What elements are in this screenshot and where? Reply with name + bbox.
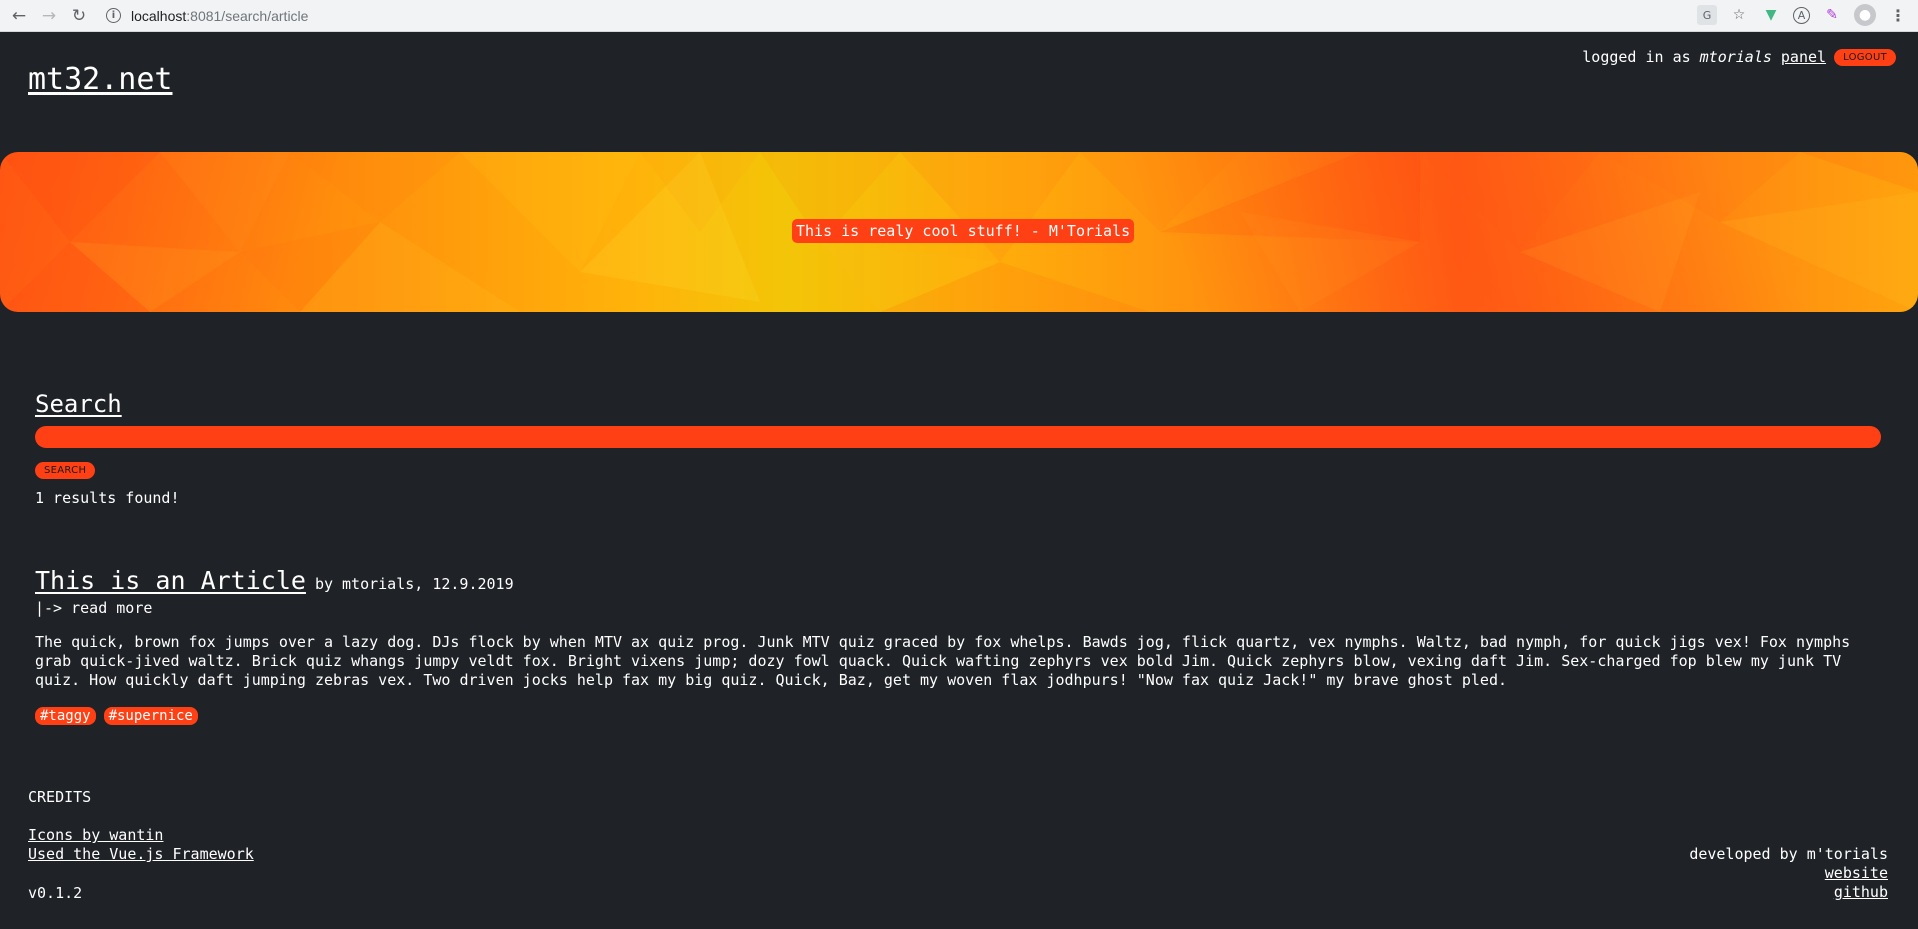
logout-button[interactable]: LOGOUT xyxy=(1834,48,1896,66)
banner-quote: This is realy cool stuff! - M'Torials xyxy=(792,219,1135,243)
search-heading: Search xyxy=(35,390,122,418)
search-input[interactable] xyxy=(35,426,1881,448)
icons-credit-link[interactable]: Icons by wantin xyxy=(28,826,254,845)
article-header: This is an Article by mtorials, 12.9.201… xyxy=(35,566,1885,595)
back-icon[interactable]: ← xyxy=(8,5,30,27)
address-bar[interactable]: i localhost:8081/search/article xyxy=(106,3,1706,28)
article-title-link[interactable]: This is an Article xyxy=(35,566,306,595)
credits-heading: CREDITS xyxy=(28,788,92,806)
hero-banner: This is realy cool stuff! - M'Torials xyxy=(0,152,1918,312)
read-more-link[interactable]: |-> read more xyxy=(35,599,1885,617)
article-meta: by mtorials, 12.9.2019 xyxy=(314,575,514,593)
logged-in-label: logged in as xyxy=(1582,48,1691,66)
tag-supernice[interactable]: #supernice xyxy=(103,707,198,725)
github-link[interactable]: github xyxy=(1689,883,1888,902)
version-label: v0.1.2 xyxy=(28,884,83,902)
url-path: :8081/search/article xyxy=(186,7,309,24)
extensions-area: G ☆ ▼ A ✎ ● ⋮ xyxy=(1697,4,1908,26)
profile-icon[interactable]: ● xyxy=(1854,4,1876,26)
extension-a-icon[interactable]: A xyxy=(1793,6,1810,24)
developed-by-label: developed by m'torials xyxy=(1689,845,1888,863)
info-icon[interactable]: i xyxy=(106,8,121,23)
article-body: The quick, brown fox jumps over a lazy d… xyxy=(35,633,1851,689)
browser-toolbar: ← → ↻ i localhost:8081/search/article G … xyxy=(0,0,1918,32)
forward-icon[interactable]: → xyxy=(38,5,60,27)
reload-icon[interactable]: ↻ xyxy=(68,5,90,27)
tag-list: #taggy #supernice xyxy=(35,707,1885,725)
menu-icon[interactable]: ⋮ xyxy=(1888,5,1908,25)
panel-link[interactable]: panel xyxy=(1781,48,1826,66)
developer-info: developed by m'torials website github xyxy=(1689,845,1888,902)
results-count: 1 results found! xyxy=(35,489,180,507)
extension-eyedropper-icon[interactable]: ✎ xyxy=(1822,5,1842,25)
website-link[interactable]: website xyxy=(1689,864,1888,883)
site-title-link[interactable]: mt32.net xyxy=(28,62,173,97)
vue-framework-link[interactable]: Used the Vue.js Framework xyxy=(28,845,254,864)
user-bar: logged in as mtorials panel LOGOUT xyxy=(1582,48,1896,66)
star-icon[interactable]: ☆ xyxy=(1729,5,1749,25)
article-result: This is an Article by mtorials, 12.9.201… xyxy=(35,566,1885,725)
credits-links: Icons by wantin Used the Vue.js Framewor… xyxy=(28,826,254,864)
search-button[interactable]: SEARCH xyxy=(35,462,96,479)
tag-taggy[interactable]: #taggy xyxy=(35,707,96,725)
username: mtorials xyxy=(1699,48,1772,66)
url-host: localhost xyxy=(131,7,187,24)
vue-devtools-icon[interactable]: ▼ xyxy=(1761,5,1781,25)
translate-icon[interactable]: G xyxy=(1697,5,1717,25)
